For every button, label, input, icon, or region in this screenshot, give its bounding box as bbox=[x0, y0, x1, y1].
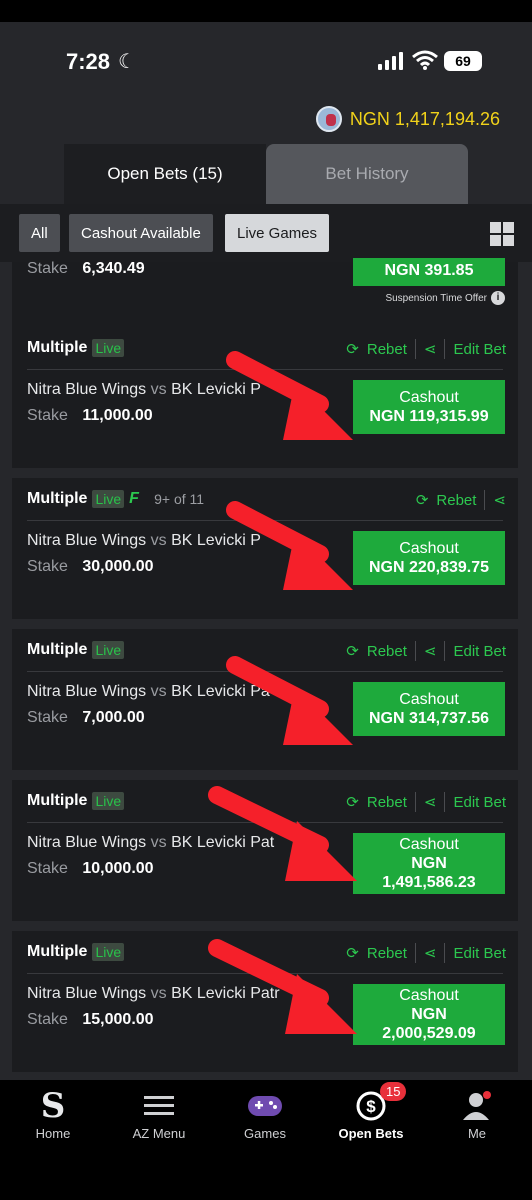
rebet-button[interactable]: Rebet bbox=[367, 794, 407, 811]
share-icon[interactable]: ⋖ bbox=[424, 340, 437, 358]
hamburger-icon bbox=[106, 1086, 212, 1126]
bottom-navigation: S Home AZ Menu Games $ 15 Open Bets Me bbox=[0, 1080, 532, 1200]
nav-home[interactable]: S Home bbox=[0, 1080, 106, 1141]
stake-label: Stake bbox=[27, 860, 68, 877]
stake-amount: 15,000.00 bbox=[82, 1011, 154, 1028]
share-icon[interactable]: ⋖ bbox=[424, 642, 437, 660]
filter-cashout-available-button[interactable]: Cashout Available bbox=[69, 214, 213, 252]
open-bets-badge: 15 bbox=[380, 1082, 407, 1101]
cashout-button[interactable]: Cashout NGN 1,491,586.23 bbox=[353, 833, 505, 894]
nav-me[interactable]: Me bbox=[424, 1080, 530, 1141]
nav-label: Home bbox=[35, 1126, 71, 1141]
stake-amount: 7,000.00 bbox=[82, 709, 145, 726]
bet-card: Multiple Live ⟳ Rebet ⋖ Edit Bet Nitra B… bbox=[12, 931, 518, 1072]
stake-label: Stake bbox=[27, 709, 68, 726]
stake-amount: 10,000.00 bbox=[82, 860, 154, 877]
stake-amount: 11,000.00 bbox=[82, 407, 153, 424]
match-teams: Nitra Blue Wings vs BK Levicki Pa bbox=[27, 683, 270, 700]
svg-text:$: $ bbox=[366, 1097, 376, 1116]
match-teams: Nitra Blue Wings vs BK Levicki P bbox=[27, 532, 261, 549]
nav-az-menu[interactable]: AZ Menu bbox=[106, 1080, 212, 1141]
tab-open-bets[interactable]: Open Bets (15) bbox=[64, 144, 266, 204]
filter-live-games-button[interactable]: Live Games bbox=[225, 214, 330, 252]
rebet-button[interactable]: Rebet bbox=[367, 341, 407, 358]
rebet-button[interactable]: Rebet bbox=[367, 945, 407, 962]
stake-label: Stake bbox=[27, 1011, 68, 1028]
status-bar: 7:28 ☾ 69 bbox=[0, 22, 532, 102]
nav-label: Me bbox=[467, 1126, 487, 1141]
rebet-button[interactable]: Rebet bbox=[367, 643, 407, 660]
live-badge: Live bbox=[92, 490, 125, 508]
bets-tabs: Open Bets (15) Bet History bbox=[64, 144, 468, 204]
bet-card: Multiple Live F 9+ of 11 ⟳ Rebet ⋖ Nitra… bbox=[12, 478, 518, 619]
match-teams: Nitra Blue Wings vs BK Levicki Pat bbox=[27, 834, 275, 851]
bet-type: Multiple bbox=[27, 943, 88, 960]
gamepad-icon bbox=[212, 1086, 318, 1126]
stake-label: Stake bbox=[27, 558, 68, 575]
cashout-button[interactable]: NGN 391.85 bbox=[353, 258, 505, 286]
flex-bet-icon: F bbox=[129, 490, 139, 507]
bet-card: Multiple Live ⟳ Rebet ⋖ Edit Bet Nitra B… bbox=[12, 327, 518, 468]
balance-display[interactable]: NGN 1,417,194.26 bbox=[315, 106, 500, 132]
status-time: 7:28 bbox=[66, 49, 111, 74]
edit-bet-button[interactable]: Edit Bet bbox=[453, 341, 506, 358]
live-badge: Live bbox=[92, 792, 125, 810]
live-badge: Live bbox=[92, 641, 125, 659]
edit-bet-button[interactable]: Edit Bet bbox=[453, 945, 506, 962]
rebet-icon[interactable]: ⟳ bbox=[346, 944, 359, 962]
bet-card: Multiple Live ⟳ Rebet ⋖ Edit Bet Nitra B… bbox=[12, 780, 518, 921]
rebet-icon[interactable]: ⟳ bbox=[346, 793, 359, 811]
live-badge: Live bbox=[92, 339, 125, 357]
nav-games[interactable]: Games bbox=[212, 1080, 318, 1141]
match-teams: Nitra Blue Wings vs BK Levicki P bbox=[27, 381, 261, 398]
rebet-icon[interactable]: ⟳ bbox=[346, 340, 359, 358]
cashout-button[interactable]: Cashout NGN 314,737.56 bbox=[353, 682, 505, 736]
edit-bet-button[interactable]: Edit Bet bbox=[453, 794, 506, 811]
edit-bet-button[interactable]: Edit Bet bbox=[453, 643, 506, 660]
cashout-button[interactable]: Cashout NGN 220,839.75 bbox=[353, 531, 505, 585]
cashout-button[interactable]: Cashout NGN 2,000,529.09 bbox=[353, 984, 505, 1045]
bet-type: Multiple bbox=[27, 792, 88, 809]
nav-open-bets[interactable]: $ 15 Open Bets bbox=[318, 1080, 424, 1141]
grid-view-icon[interactable] bbox=[490, 222, 514, 246]
info-icon[interactable]: i bbox=[491, 291, 505, 305]
rebet-button[interactable]: Rebet bbox=[436, 492, 476, 509]
stake-amount: 6,340.49 bbox=[82, 260, 145, 277]
suspension-time-text: Suspension Time Offer bbox=[385, 292, 487, 304]
app-screen: 7:28 ☾ 69 NGN 1,417,194.26 Open Bets (15… bbox=[0, 22, 532, 1080]
share-icon[interactable]: ⋖ bbox=[424, 944, 437, 962]
bet-card: Multiple Live ⟳ Rebet ⋖ Edit Bet Nitra B… bbox=[12, 629, 518, 770]
signal-icon bbox=[378, 52, 404, 70]
sportybet-logo-icon: S bbox=[40, 1086, 66, 1126]
cashout-button[interactable]: Cashout NGN 119,315.99 bbox=[353, 380, 505, 434]
balance-amount: NGN 1,417,194.26 bbox=[349, 108, 500, 129]
nav-label: Open Bets bbox=[338, 1126, 404, 1141]
flex-bet-text: 9+ of 11 bbox=[154, 491, 205, 507]
stake-label: Stake bbox=[27, 407, 68, 424]
match-teams: Nitra Blue Wings vs BK Levicki Patr bbox=[27, 985, 280, 1002]
moon-icon: ☾ bbox=[118, 51, 136, 73]
wifi-icon bbox=[412, 50, 438, 70]
open-bets-icon: $ bbox=[318, 1086, 424, 1126]
share-icon[interactable]: ⋖ bbox=[493, 491, 506, 509]
filter-all-button[interactable]: All bbox=[19, 214, 60, 252]
nav-label: Games bbox=[244, 1126, 286, 1141]
stake-amount: 30,000.00 bbox=[82, 558, 154, 575]
rebet-icon[interactable]: ⟳ bbox=[346, 642, 359, 660]
rebet-icon[interactable]: ⟳ bbox=[416, 491, 429, 509]
battery-indicator: 69 bbox=[444, 51, 482, 71]
tab-bet-history[interactable]: Bet History bbox=[266, 144, 468, 204]
avatar bbox=[315, 106, 342, 132]
bet-type: Multiple bbox=[27, 339, 88, 356]
user-icon bbox=[424, 1086, 530, 1126]
live-badge: Live bbox=[92, 943, 125, 961]
bet-type: Multiple bbox=[27, 490, 88, 507]
stake-label: Stake bbox=[27, 260, 68, 277]
share-icon[interactable]: ⋖ bbox=[424, 793, 437, 811]
nav-label: AZ Menu bbox=[132, 1126, 186, 1141]
bet-type: Multiple bbox=[27, 641, 88, 658]
